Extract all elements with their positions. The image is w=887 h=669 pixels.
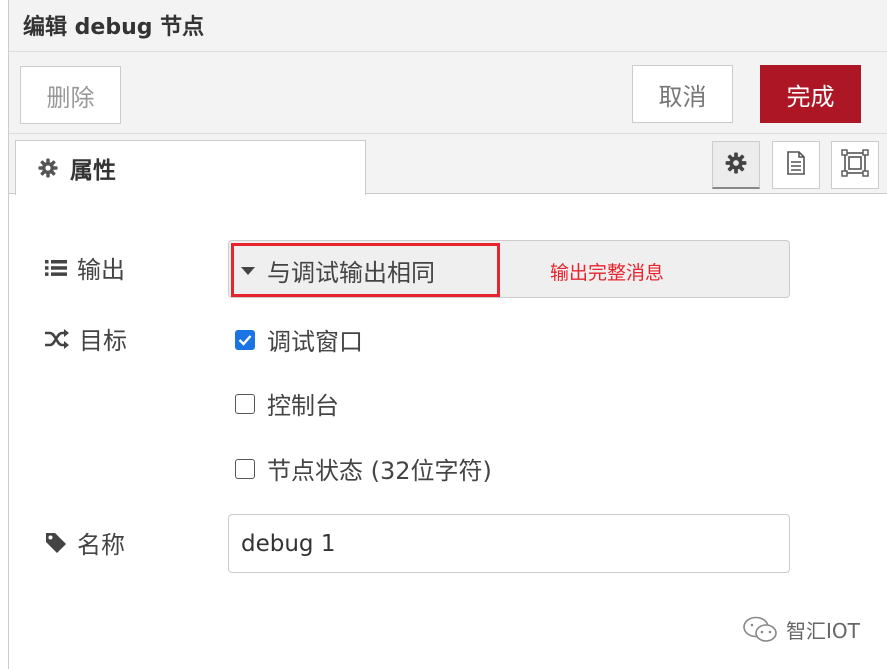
console-checkbox[interactable] xyxy=(235,393,255,414)
debug-window-option[interactable]: 调试窗口 xyxy=(235,322,363,357)
output-label: 输出 xyxy=(77,256,125,284)
tab-description[interactable] xyxy=(772,141,820,189)
tab-properties-label: 属性 xyxy=(70,158,116,184)
watermark-text: 智汇IOT xyxy=(786,619,860,643)
wechat-icon xyxy=(742,616,780,644)
name-label-row: 名称 xyxy=(45,525,125,560)
watermark: 智汇IOT xyxy=(742,615,860,644)
console-option[interactable]: 控制台 xyxy=(235,386,339,421)
annotation-text: 输出完整消息 xyxy=(550,262,665,284)
gear-icon xyxy=(725,152,747,178)
console-label: 控制台 xyxy=(267,392,339,420)
name-label: 名称 xyxy=(77,531,125,559)
name-input[interactable] xyxy=(228,514,790,573)
delete-button[interactable]: 删除 xyxy=(20,66,121,124)
gear-icon xyxy=(38,158,58,178)
output-label-row: 输出 xyxy=(45,250,125,285)
edit-tray: 编辑 debug 节点 删除 取消 完成 属性 输出 与调试输出相同 输出完整消… xyxy=(8,0,887,669)
appearance-icon xyxy=(841,149,869,181)
target-label-row: 目标 xyxy=(45,321,127,356)
tab-appearance[interactable] xyxy=(831,141,879,189)
node-status-label: 节点状态 (32位字符) xyxy=(267,457,492,485)
tray-toolbar: 删除 取消 完成 xyxy=(9,52,887,134)
tab-settings[interactable] xyxy=(712,141,760,189)
document-icon xyxy=(786,151,806,179)
node-status-checkbox[interactable] xyxy=(235,458,255,479)
debug-window-checkbox[interactable] xyxy=(235,329,255,350)
annotation-highlight-box xyxy=(231,243,500,297)
tray-title: 编辑 debug 节点 xyxy=(23,15,205,40)
node-status-option[interactable]: 节点状态 (32位字符) xyxy=(235,451,492,486)
tray-header: 编辑 debug 节点 xyxy=(9,0,887,52)
shuffle-icon xyxy=(45,328,69,349)
done-button[interactable]: 完成 xyxy=(760,65,861,123)
tag-icon xyxy=(45,532,67,554)
cancel-button[interactable]: 取消 xyxy=(632,65,733,123)
tab-properties[interactable]: 属性 xyxy=(15,140,366,195)
tab-bar: 属性 xyxy=(9,134,887,195)
list-icon xyxy=(45,259,67,277)
target-label: 目标 xyxy=(79,327,127,355)
debug-window-label: 调试窗口 xyxy=(267,328,363,356)
